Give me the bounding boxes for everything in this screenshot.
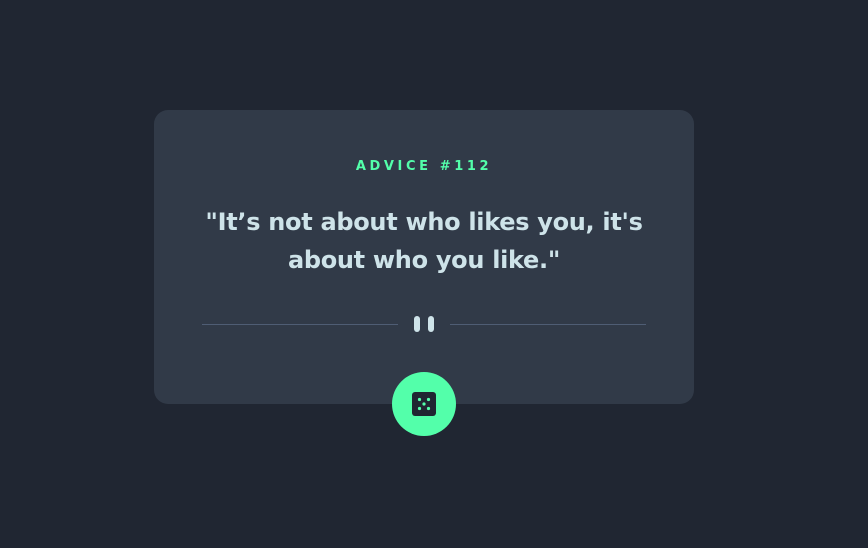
- advice-quote: "It’s not about who likes you, it's abou…: [205, 208, 643, 274]
- advice-card: ADVICE #112 "It’s not about who likes yo…: [154, 110, 694, 404]
- pause-icon: [414, 316, 434, 332]
- advice-id-label: ADVICE #112: [355, 159, 493, 174]
- divider: [202, 316, 646, 332]
- divider-line-right: [450, 324, 646, 325]
- generate-advice-button[interactable]: [392, 372, 456, 436]
- dice-icon: [412, 392, 436, 416]
- divider-line-left: [202, 324, 398, 325]
